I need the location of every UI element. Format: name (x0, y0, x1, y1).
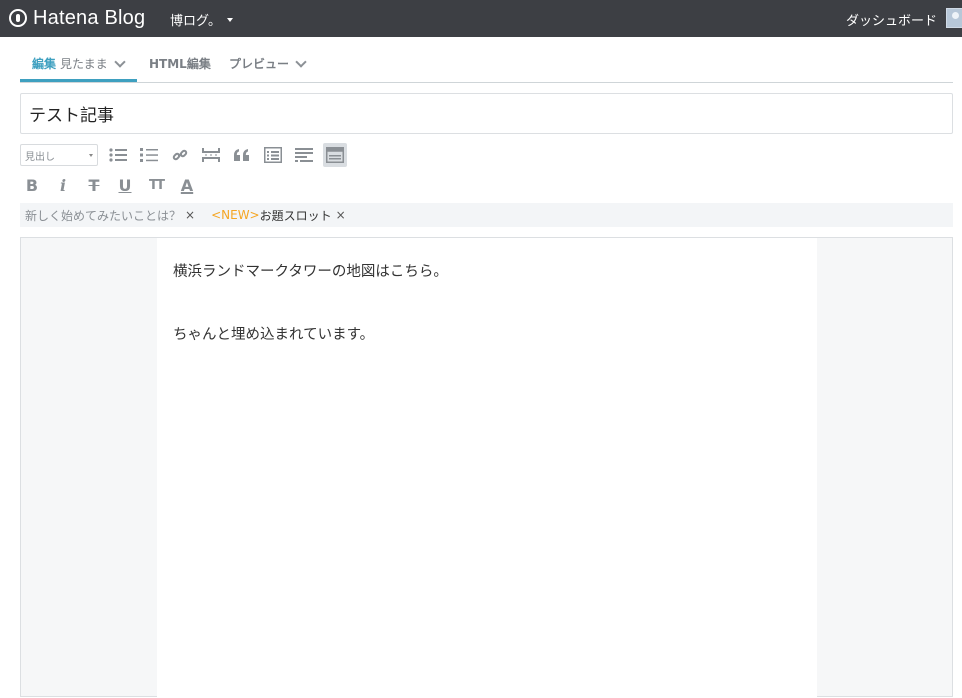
font-size-icon[interactable]: TT (144, 173, 168, 197)
brand-link[interactable]: Hatena Blog (9, 6, 145, 30)
tab-preview[interactable]: プレビュー (229, 55, 307, 72)
blog-switcher[interactable]: 博ログ。 (170, 10, 233, 29)
user-avatar[interactable] (946, 8, 962, 28)
italic-icon[interactable]: i (51, 173, 75, 197)
tab-preview-label: プレビュー (229, 57, 290, 71)
strikethrough-icon[interactable]: T (82, 173, 106, 197)
heading-select[interactable]: 見出し (20, 144, 98, 166)
top-bar: Hatena Blog 博ログ。 ダッシュボード (0, 0, 962, 37)
toolbar-row-2: B i T U TT A (20, 172, 206, 198)
tab-html-edit[interactable]: HTML編集 (149, 55, 211, 72)
blog-name: 博ログ。 (170, 14, 221, 29)
chevron-down-icon[interactable] (295, 55, 307, 68)
caret-down-icon (89, 153, 93, 157)
underline-icon[interactable]: U (113, 173, 137, 197)
text-color-icon[interactable]: A (175, 173, 199, 197)
chevron-down-icon[interactable] (113, 55, 126, 68)
active-tab-indicator (20, 79, 137, 82)
tab-edit-mode: 見たまま (60, 57, 108, 71)
editor-paragraph[interactable]: 横浜ランドマークタワーの地図はこちら。 (173, 260, 448, 281)
brand-name: Hatena Blog (33, 6, 146, 29)
bold-icon[interactable]: B (20, 173, 44, 197)
editor-area[interactable]: 横浜ランドマークタワーの地図はこちら。 ちゃんと埋め込まれています。 (20, 237, 953, 698)
new-badge: <NEW> (211, 208, 260, 222)
dashboard-link[interactable]: ダッシュボード (846, 10, 937, 29)
numbered-list-icon[interactable] (137, 143, 161, 167)
link-icon[interactable] (168, 143, 192, 167)
tab-edit[interactable]: 編集 見たまま (32, 55, 126, 72)
more-break-icon[interactable] (199, 143, 223, 167)
close-icon[interactable]: × (185, 208, 195, 222)
editor-body[interactable]: 横浜ランドマークタワーの地図はこちら。 ちゃんと埋め込まれています。 (157, 238, 817, 698)
toolbar-row-1: 見出し (20, 142, 354, 168)
table-of-contents-icon[interactable] (261, 143, 285, 167)
topic-suggestion[interactable]: 新しく始めてみたいことは？ (25, 207, 181, 224)
topic-slot-link[interactable]: お題スロット (260, 207, 332, 224)
heading-select-label: 見出し (25, 151, 55, 163)
footnote-icon[interactable] (292, 143, 316, 167)
embed-box-icon[interactable] (323, 143, 347, 167)
editor-paragraph[interactable]: ちゃんと埋め込まれています。 (173, 323, 374, 344)
bullet-list-icon[interactable] (106, 143, 130, 167)
topic-bar: 新しく始めてみたいことは？ × <NEW> お題スロット × (20, 203, 953, 227)
caret-down-icon (226, 17, 233, 22)
tab-edit-label: 編集 (32, 57, 57, 71)
hatena-logo-icon (9, 9, 27, 27)
title-input[interactable] (20, 93, 953, 134)
editor-tabs: 編集 見たまま HTML編集 プレビュー (20, 46, 953, 83)
quote-icon[interactable] (230, 143, 254, 167)
close-icon[interactable]: × (336, 208, 346, 222)
